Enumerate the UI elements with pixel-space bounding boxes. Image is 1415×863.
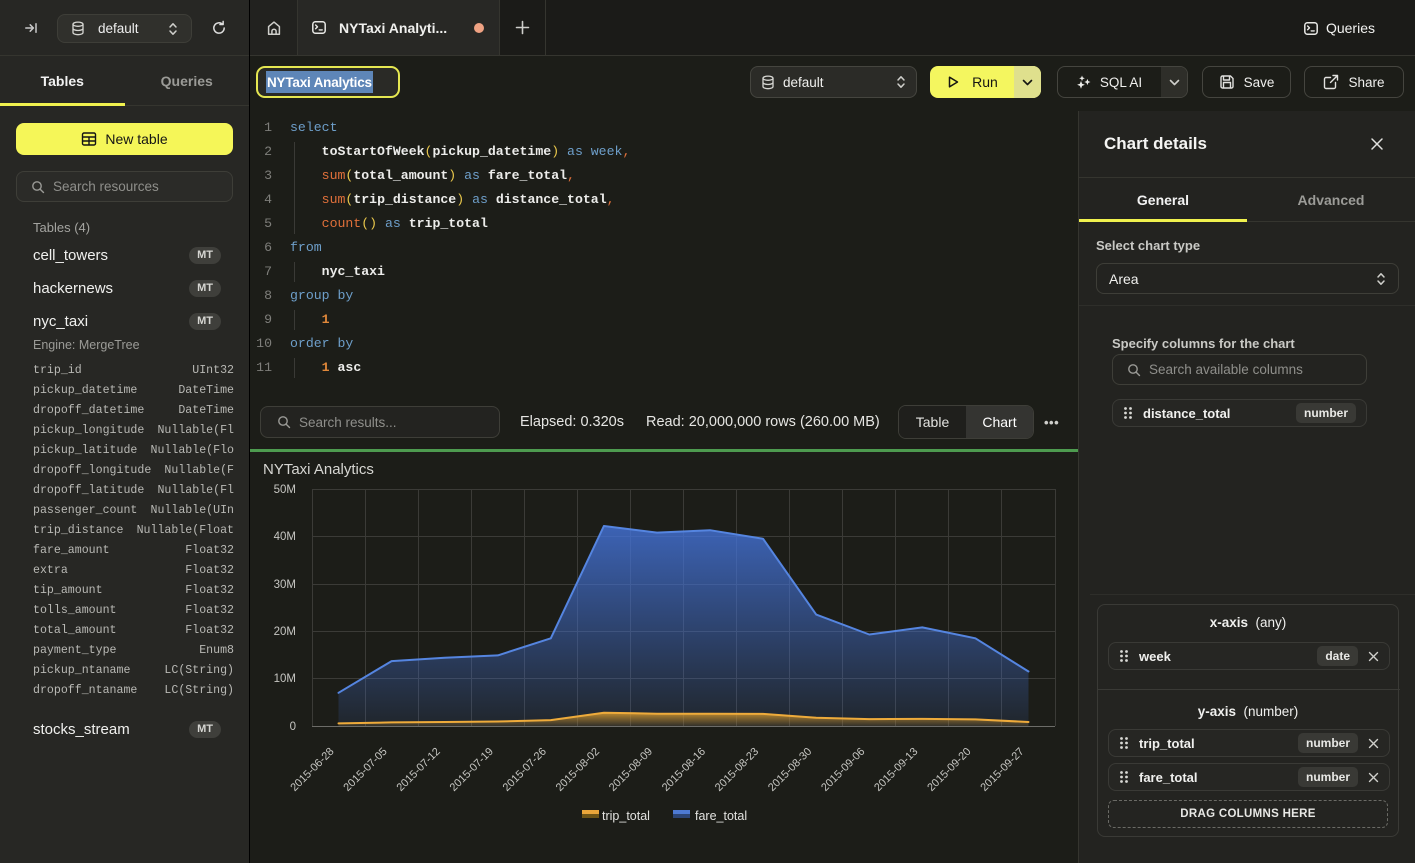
svg-text:2015-09-06: 2015-09-06 — [819, 746, 867, 794]
svg-text:40M: 40M — [274, 531, 296, 543]
svg-text:50M: 50M — [274, 484, 296, 496]
svg-text:30M: 30M — [274, 579, 296, 591]
svg-text:2015-09-27: 2015-09-27 — [978, 746, 1026, 794]
svg-text:2015-08-09: 2015-08-09 — [607, 746, 655, 794]
svg-text:trip_total: trip_total — [602, 809, 650, 823]
svg-text:2015-08-16: 2015-08-16 — [660, 746, 708, 794]
svg-text:0: 0 — [290, 721, 296, 733]
svg-text:2015-06-28: 2015-06-28 — [288, 746, 336, 794]
svg-text:2015-07-19: 2015-07-19 — [448, 746, 496, 794]
svg-text:NYTaxi Analytics: NYTaxi Analytics — [263, 461, 374, 478]
svg-text:10M: 10M — [274, 673, 296, 685]
svg-text:2015-07-26: 2015-07-26 — [501, 746, 549, 794]
svg-text:2015-09-20: 2015-09-20 — [925, 746, 973, 794]
svg-text:fare_total: fare_total — [695, 809, 747, 823]
svg-text:2015-07-12: 2015-07-12 — [395, 746, 443, 794]
svg-text:2015-08-23: 2015-08-23 — [713, 746, 761, 794]
svg-text:2015-08-30: 2015-08-30 — [766, 746, 814, 794]
svg-text:2015-09-13: 2015-09-13 — [872, 746, 920, 794]
svg-text:20M: 20M — [274, 626, 296, 638]
svg-text:2015-07-05: 2015-07-05 — [341, 746, 389, 794]
svg-text:2015-08-02: 2015-08-02 — [554, 746, 602, 794]
